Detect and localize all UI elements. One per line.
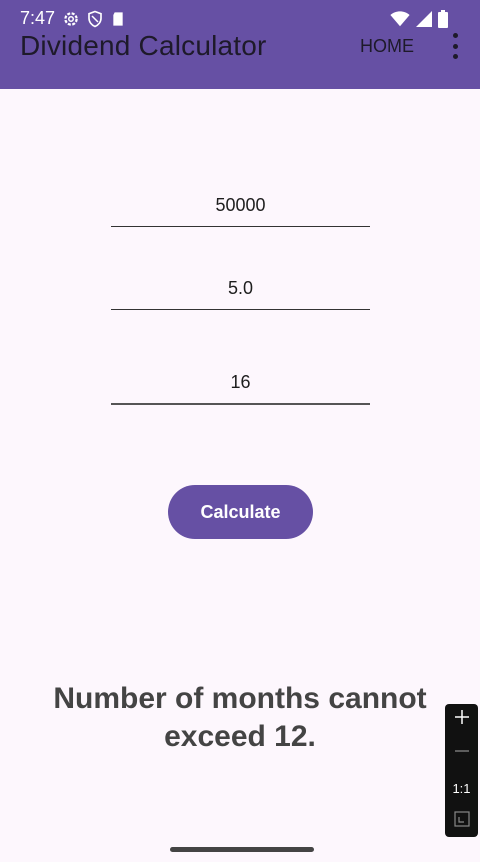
status-icons-left	[62, 10, 126, 28]
wifi-icon	[390, 11, 410, 27]
app-bar: 7:47 Dividend Calculator HOME	[0, 0, 480, 89]
home-indicator[interactable]	[170, 847, 314, 852]
status-icons-right	[390, 10, 448, 28]
calculate-button[interactable]: Calculate	[168, 485, 313, 539]
settings-icon	[64, 12, 78, 26]
status-time: 7:47	[20, 8, 56, 28]
zoom-out-icon[interactable]	[445, 742, 478, 765]
signal-icon	[416, 11, 432, 27]
battery-icon	[438, 10, 448, 28]
result-message: Number of months cannot exceed 12.	[53, 682, 427, 753]
amount-input[interactable]	[111, 195, 370, 227]
more-options-icon[interactable]	[448, 33, 462, 59]
zoom-controls: 1:1	[445, 704, 478, 837]
shield-icon	[88, 10, 102, 28]
sd-card-icon	[113, 12, 123, 26]
rate-input[interactable]	[111, 278, 370, 310]
zoom-in-icon[interactable]	[445, 708, 478, 731]
fit-screen-icon[interactable]	[445, 811, 478, 832]
app-title: Dividend Calculator	[20, 30, 267, 61]
home-button[interactable]: HOME	[360, 36, 414, 57]
months-input[interactable]	[111, 372, 370, 405]
zoom-ratio-label[interactable]: 1:1	[445, 781, 478, 796]
